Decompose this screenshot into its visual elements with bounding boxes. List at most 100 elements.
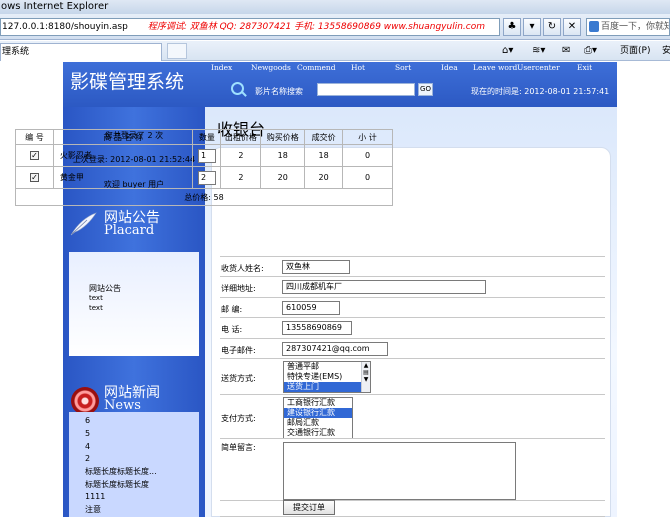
quantity-input[interactable]: 2 xyxy=(197,170,216,185)
payment-option[interactable]: 工商银行汇款 xyxy=(284,398,352,408)
payment-row: 支付方式: 工商银行汇款 建设银行汇款 邮局汇款 交通银行汇款 xyxy=(220,394,605,439)
listbox-scrollbar[interactable]: ▲ ▤ ▼ xyxy=(361,362,370,392)
receiver-row: 收货人姓名: 双鱼林 xyxy=(220,256,605,276)
web-page: 影碟管理系统 Index Newgoods Commend Hot Sort I… xyxy=(0,62,670,517)
delivery-option[interactable]: 普通平邮 xyxy=(284,362,370,372)
quantity-input[interactable]: 1 xyxy=(197,148,216,163)
note-row: 简单留言: xyxy=(220,438,605,500)
marquee-text: 程序调试: 双鱼林 QQ: 287307421 手机: 13558690869 … xyxy=(147,22,485,32)
col-header: 成交价 xyxy=(304,129,344,145)
select-checkbox[interactable]: ✓ xyxy=(29,173,39,182)
notice-item[interactable]: 网站公告 xyxy=(89,283,121,294)
search-placeholder: 百度一下，你就知 xyxy=(601,22,670,32)
news-item[interactable]: 5 xyxy=(85,429,90,438)
film-search-input[interactable] xyxy=(317,83,415,96)
receiver-label: 收货人姓名: xyxy=(221,264,264,273)
news-item[interactable]: 1111 xyxy=(85,492,105,501)
postcode-label: 邮 编: xyxy=(221,305,243,314)
news-item[interactable]: 2 xyxy=(85,454,90,463)
col-header: 商 品 名 称 xyxy=(52,129,194,145)
baidu-icon xyxy=(589,21,599,32)
postcode-input[interactable]: 610059 xyxy=(282,301,340,315)
news-item[interactable]: 注意 xyxy=(85,504,101,515)
phone-label: 电 话: xyxy=(221,325,243,334)
home-icon[interactable]: ⌂▾ xyxy=(502,44,513,58)
dropdown-arrow-icon[interactable]: ▾ xyxy=(523,18,541,36)
delivery-option[interactable]: 特快专递(EMS) xyxy=(284,372,370,382)
refresh-icon[interactable]: ↻ xyxy=(543,18,561,36)
total-row: 总价格: 58 xyxy=(15,188,393,206)
col-header: 数量 xyxy=(192,129,222,145)
search-label: 影片名称搜索 xyxy=(255,87,303,96)
new-tab-button[interactable] xyxy=(167,43,187,59)
address-label: 详细地址: xyxy=(221,284,256,293)
news-item[interactable]: 标题长度标题长度 xyxy=(85,479,149,490)
news-item[interactable]: 标题长度标题长度... xyxy=(85,466,157,477)
table-row: ✓ 火影忍者 1 2 18 18 0 xyxy=(15,144,393,167)
go-button[interactable]: GO xyxy=(418,83,433,96)
window-title: ows Internet Explorer xyxy=(0,0,670,14)
payment-option[interactable]: 交通银行汇款 xyxy=(284,428,352,438)
compat-view-icon[interactable]: ♣ xyxy=(503,18,521,36)
buy-price: 18 xyxy=(260,144,306,167)
safety-menu[interactable]: 安 xyxy=(662,44,670,58)
select-checkbox[interactable]: ✓ xyxy=(29,151,39,160)
payment-label: 支付方式: xyxy=(221,414,256,423)
nav-newgoods[interactable]: Newgoods xyxy=(251,63,291,72)
payment-option[interactable]: 邮局汇款 xyxy=(284,418,352,428)
address-row: 详细地址: 四川成都机车厂 xyxy=(220,276,605,297)
feeds-icon[interactable]: ≋▾ xyxy=(532,44,545,58)
nav-leave-word[interactable]: Leave word xyxy=(473,63,517,72)
news-box: 6 5 4 2 标题长度标题长度... 标题长度标题长度 1111 注意 xyxy=(69,412,199,517)
deal-price: 18 xyxy=(304,144,344,167)
print-icon[interactable]: ⎙▾ xyxy=(584,44,597,58)
submit-order-button[interactable]: 提交订单 xyxy=(283,500,335,515)
nav-usercenter[interactable]: Usercenter xyxy=(517,63,560,72)
nav-idea[interactable]: Idea xyxy=(441,63,458,72)
payment-option-selected[interactable]: 建设银行汇款 xyxy=(284,408,352,418)
browser-search-input[interactable]: 百度一下，你就知 xyxy=(586,18,670,36)
cart-header-row: 编 号 商 品 名 称 数量 出租价格 购买价格 成交价 小 计 xyxy=(15,129,393,145)
nav-commend[interactable]: Commend xyxy=(297,63,336,72)
col-header: 出租价格 xyxy=(220,129,262,145)
news-item[interactable]: 6 xyxy=(85,416,90,425)
news-header: 网站新闻 News xyxy=(69,382,199,416)
note-textarea[interactable] xyxy=(283,442,516,500)
nav-exit[interactable]: Exit xyxy=(577,63,592,72)
notice-item[interactable]: text xyxy=(89,294,103,302)
address-bar-area: 127.0.0.1:8180/shouyin.asp 程序调试: 双鱼林 QQ: … xyxy=(0,14,670,40)
stop-icon[interactable]: ✕ xyxy=(563,18,581,36)
browser-tab[interactable]: 理系统 xyxy=(0,43,162,61)
col-header: 小 计 xyxy=(342,129,393,145)
page-menu[interactable]: 页面(P) xyxy=(620,44,650,58)
right-blank-area xyxy=(617,107,670,517)
note-label: 简单留言: xyxy=(221,443,256,452)
delivery-option-selected[interactable]: 送货上门 xyxy=(284,382,370,392)
subtotal: 0 xyxy=(342,166,393,189)
payment-select[interactable]: 工商银行汇款 建设银行汇款 邮局汇款 交通银行汇款 xyxy=(283,397,353,439)
receiver-input[interactable]: 双鱼林 xyxy=(282,260,350,274)
current-time: 现在的时间是: 2012-08-01 21:57:41 xyxy=(471,87,610,96)
address-input[interactable]: 127.0.0.1:8180/shouyin.asp 程序调试: 双鱼林 QQ: … xyxy=(0,18,500,36)
nav-hot[interactable]: Hot xyxy=(351,63,365,72)
site-header: 影碟管理系统 Index Newgoods Commend Hot Sort I… xyxy=(63,62,617,107)
notice-item[interactable]: text xyxy=(89,304,103,312)
address-input[interactable]: 四川成都机车厂 xyxy=(282,280,486,294)
total-price: 总价格: 58 xyxy=(15,188,393,206)
mail-icon[interactable]: ✉ xyxy=(562,44,570,58)
nav-sort[interactable]: Sort xyxy=(395,63,411,72)
buy-price: 20 xyxy=(260,166,306,189)
subtotal: 0 xyxy=(342,144,393,167)
site-title: 影碟管理系统 xyxy=(70,71,185,93)
email-input[interactable]: 287307421@qq.com xyxy=(282,342,388,356)
news-title-en: News xyxy=(104,398,141,413)
email-label: 电子邮件: xyxy=(221,346,256,355)
phone-row: 电 话: 13558690869 xyxy=(220,317,605,338)
phone-input[interactable]: 13558690869 xyxy=(282,321,352,335)
delivery-select[interactable]: 普通平邮 特快专递(EMS) 送货上门 ▲ ▤ ▼ xyxy=(283,361,371,393)
delivery-label: 送货方式: xyxy=(221,374,256,383)
delivery-row: 送货方式: 普通平邮 特快专递(EMS) 送货上门 ▲ ▤ ▼ xyxy=(220,358,605,394)
notice-header: 网站公告 Placard xyxy=(69,207,199,241)
news-item[interactable]: 4 xyxy=(85,442,90,451)
nav-index[interactable]: Index xyxy=(211,63,232,72)
